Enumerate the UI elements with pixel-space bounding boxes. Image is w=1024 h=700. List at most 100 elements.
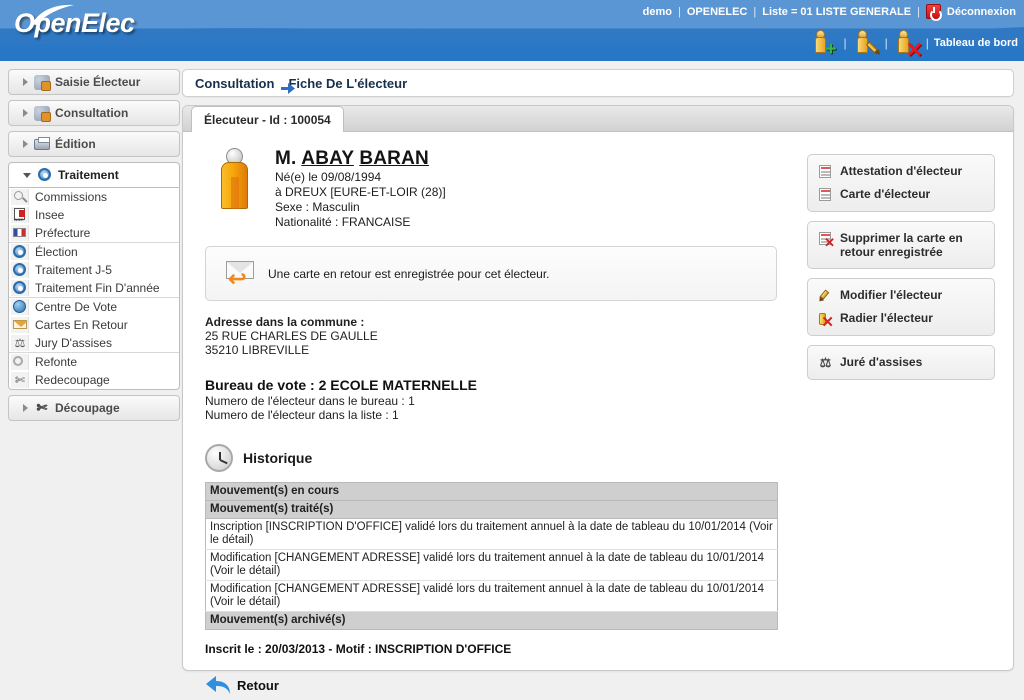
scale-icon: ⚖ bbox=[11, 335, 29, 351]
sidebar-item-traitement-fin-annee[interactable]: Traitement Fin D'année bbox=[9, 279, 179, 297]
header-list-label: Liste = 01 LISTE GENERALE bbox=[762, 6, 911, 18]
refonte-icon bbox=[11, 354, 29, 370]
power-icon[interactable] bbox=[926, 4, 941, 19]
gear-icon bbox=[11, 244, 29, 260]
sidebar-item-insee[interactable]: Insee bbox=[9, 206, 179, 224]
action-group-documents: Attestation d'électeur Carte d'électeur bbox=[807, 154, 995, 212]
person-avatar-icon bbox=[215, 148, 255, 210]
submenu-label-jury: Jury D'assises bbox=[35, 336, 112, 350]
sidebar-item-saisie-electeur[interactable]: Saisie Électeur bbox=[8, 69, 180, 95]
sidebar-item-redecoupage[interactable]: ✄ Redecoupage bbox=[9, 371, 179, 389]
document-delete-icon: ✕ bbox=[818, 232, 833, 246]
supprimer-carte-button[interactable]: ✕ Supprimer la carte en retour enregistr… bbox=[808, 227, 994, 263]
attestation-electeur-button[interactable]: Attestation d'électeur bbox=[808, 160, 994, 183]
submenu-label-redecoupage: Redecoupage bbox=[35, 373, 110, 387]
header-sep-3: | bbox=[917, 6, 920, 18]
envelope-icon bbox=[11, 317, 29, 333]
swoosh-icon bbox=[30, 4, 76, 26]
modifier-electeur-button[interactable]: Modifier l'électeur bbox=[808, 284, 994, 307]
x-badge-icon: ✕ bbox=[906, 43, 923, 60]
dashboard-link[interactable]: Tableau de bord bbox=[934, 37, 1018, 49]
sidebar-submenu-traitement: Commissions Insee Préfecture Élection bbox=[8, 188, 180, 390]
scissors-icon: ✄ bbox=[11, 372, 29, 388]
elector-identity: M. ABAY BARAN Né(e) le 09/08/1994 à DREU… bbox=[275, 148, 446, 230]
plus-badge-icon: + bbox=[823, 43, 838, 58]
table-row[interactable]: Modification [CHANGEMENT ADRESSE] validé… bbox=[206, 581, 778, 612]
sidebar-item-commissions[interactable]: Commissions bbox=[9, 188, 179, 206]
scissors-icon: ✄ bbox=[33, 400, 50, 417]
radier-electeur-button[interactable]: ✕ Radier l'électeur bbox=[808, 307, 994, 330]
elector-details: M. ABAY BARAN Né(e) le 09/08/1994 à DREU… bbox=[201, 148, 791, 696]
submenu-label-centre-vote: Centre De Vote bbox=[35, 300, 117, 314]
header-bar-sep-3: | bbox=[926, 36, 929, 50]
bureau-section: Bureau de vote : 2 ECOLE MATERNELLE Nume… bbox=[205, 377, 791, 422]
back-button-label: Retour bbox=[237, 678, 279, 693]
avatar-body-shape bbox=[221, 162, 248, 209]
elector-birthplace: à DREUX [EURE-ET-LOIR (28)] bbox=[275, 185, 446, 200]
submenu-label-insee: Insee bbox=[35, 208, 64, 222]
sidebar-item-refonte[interactable]: Refonte bbox=[9, 353, 179, 371]
flag-icon bbox=[11, 225, 29, 241]
magnifier-icon bbox=[11, 189, 29, 205]
header-sep-1: | bbox=[678, 6, 681, 18]
action-panel: Attestation d'électeur Carte d'électeur … bbox=[807, 154, 995, 696]
sidebar-item-jury-dassises[interactable]: ⚖ Jury D'assises bbox=[9, 334, 179, 352]
panel-body: M. ABAY BARAN Né(e) le 09/08/1994 à DREU… bbox=[183, 132, 1013, 696]
tab-elector[interactable]: Élecuteur - Id : 100054 bbox=[191, 106, 344, 132]
document-icon bbox=[818, 165, 833, 179]
address-line1: 25 RUE CHARLES DE GAULLE bbox=[205, 329, 791, 343]
submenu-label-commissions: Commissions bbox=[35, 190, 107, 204]
submenu-group-2: Élection Traitement J-5 Traitement Fin D… bbox=[9, 243, 179, 298]
add-elector-icon[interactable]: + bbox=[810, 28, 838, 58]
chevron-right-icon bbox=[23, 404, 28, 412]
edit-elector-icon[interactable] bbox=[852, 28, 880, 58]
submenu-label-j5: Traitement J-5 bbox=[35, 263, 112, 277]
table-cell: Modification [CHANGEMENT ADRESSE] validé… bbox=[206, 581, 778, 612]
clock-icon bbox=[205, 444, 233, 472]
action-group-delete-card: ✕ Supprimer la carte en retour enregistr… bbox=[807, 221, 995, 269]
document-icon bbox=[818, 188, 833, 202]
logout-link[interactable]: Déconnexion bbox=[947, 6, 1016, 18]
table-cell: Mouvement(s) en cours bbox=[206, 483, 778, 501]
sidebar-item-election[interactable]: Élection bbox=[9, 243, 179, 261]
elector-title: M. bbox=[275, 148, 297, 169]
sidebar-item-cartes-en-retour[interactable]: Cartes En Retour bbox=[9, 316, 179, 334]
breadcrumb-root[interactable]: Consultation bbox=[195, 76, 274, 91]
header-action-bar: + | | ✕ | Tableau de bord bbox=[810, 28, 1018, 58]
bureau-line2: Numero de l'électeur dans la liste : 1 bbox=[205, 408, 791, 422]
elector-nationality: Nationalité : FRANCAISE bbox=[275, 215, 446, 230]
address-section: Adresse dans la commune : 25 RUE CHARLES… bbox=[205, 315, 791, 357]
sidebar-item-traitement-j5[interactable]: Traitement J-5 bbox=[9, 261, 179, 279]
elector-firstname: BARAN bbox=[359, 148, 429, 169]
sidebar-item-traitement[interactable]: Traitement bbox=[8, 162, 180, 188]
jure-dassises-button[interactable]: ⚖ Juré d'assises bbox=[808, 351, 994, 374]
table-row[interactable]: Modification [CHANGEMENT ADRESSE] validé… bbox=[206, 550, 778, 581]
delete-elector-icon[interactable]: ✕ bbox=[893, 28, 921, 58]
chevron-right-icon bbox=[23, 78, 28, 86]
sidebar-item-edition[interactable]: Édition bbox=[8, 131, 180, 157]
sidebar-item-centre-de-vote[interactable]: Centre De Vote bbox=[9, 298, 179, 316]
elector-sex: Sexe : Masculin bbox=[275, 200, 446, 215]
tab-elector-label: Élecuteur - Id : 100054 bbox=[204, 113, 331, 127]
printer-icon bbox=[33, 136, 50, 153]
elector-name[interactable]: M. ABAY BARAN bbox=[275, 148, 446, 170]
sidebar-item-prefecture[interactable]: Préfecture bbox=[9, 224, 179, 242]
table-row-group: Mouvement(s) en cours bbox=[206, 483, 778, 501]
gear-icon bbox=[36, 167, 53, 184]
carte-electeur-button[interactable]: Carte d'électeur bbox=[808, 183, 994, 206]
returned-card-notice: ↩ Une carte en retour est enregistrée po… bbox=[205, 246, 777, 301]
sidebar-item-consultation[interactable]: Consultation bbox=[8, 100, 180, 126]
back-arrow-icon bbox=[205, 674, 231, 696]
address-line2: 35210 LIBREVILLE bbox=[205, 343, 791, 357]
app-logo[interactable]: OpenElec bbox=[14, 8, 135, 39]
elector-header: M. ABAY BARAN Né(e) le 09/08/1994 à DREU… bbox=[201, 148, 791, 230]
back-button[interactable]: Retour bbox=[205, 674, 791, 696]
sidebar-item-decoupage[interactable]: ✄ Découpage bbox=[8, 395, 180, 421]
scale-icon: ⚖ bbox=[818, 356, 833, 370]
submenu-label-cartes-retour: Cartes En Retour bbox=[35, 318, 128, 332]
historique-label: Historique bbox=[243, 450, 312, 466]
submenu-label-fin-annee: Traitement Fin D'année bbox=[35, 281, 160, 295]
sidebar-label-saisie: Saisie Électeur bbox=[55, 75, 140, 89]
header-user-info: demo | OPENELEC | Liste = 01 LISTE GENER… bbox=[643, 4, 1016, 19]
table-row[interactable]: Inscription [INSCRIPTION D'OFFICE] valid… bbox=[206, 519, 778, 550]
